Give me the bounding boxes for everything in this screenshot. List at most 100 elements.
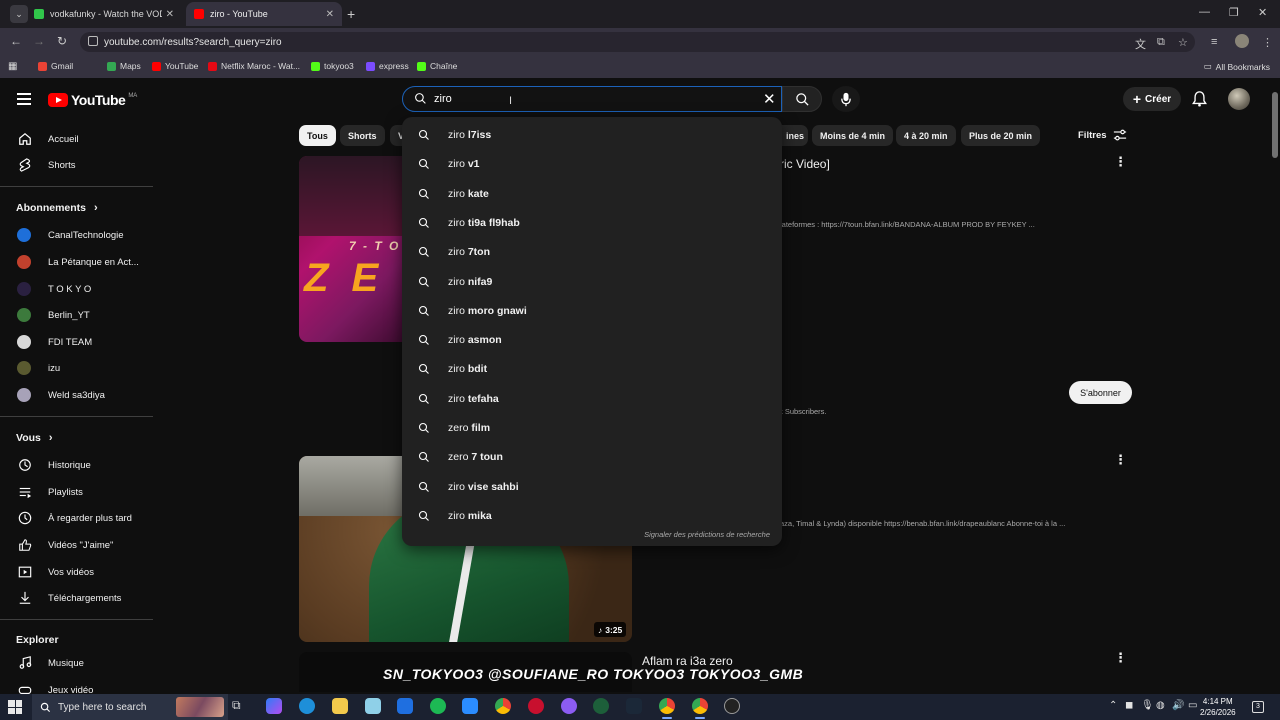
- bookmark-maps[interactable]: Maps: [107, 61, 141, 71]
- profile-avatar[interactable]: [1235, 34, 1249, 48]
- suggestion-item[interactable]: ziro vise sahbi: [402, 473, 782, 501]
- more-actions-icon[interactable]: ⋮: [1114, 650, 1127, 666]
- task-view-icon[interactable]: ⧉: [232, 698, 248, 714]
- chip-shorts[interactable]: Shorts: [340, 125, 385, 146]
- create-button[interactable]: + Créer: [1123, 87, 1181, 111]
- scrollbar-thumb[interactable]: [1272, 92, 1278, 158]
- sidebar-item-la-petanque[interactable]: La Pétanque en Act...: [0, 251, 155, 273]
- edge-icon[interactable]: [299, 698, 315, 714]
- steam-icon[interactable]: [626, 698, 642, 714]
- url-field[interactable]: youtube.com/results?search_query=ziro: [80, 32, 1195, 52]
- account-avatar[interactable]: [1228, 88, 1250, 110]
- sidebar-item-downloads[interactable]: Téléchargements: [0, 587, 155, 609]
- sidebar-item-your-videos[interactable]: Vos vidéos: [0, 561, 155, 583]
- page-scrollbar[interactable]: [1270, 80, 1280, 698]
- install-app-icon[interactable]: ⧉: [1157, 36, 1165, 49]
- sidebar-item-liked-videos[interactable]: Vidéos "J'aime": [0, 534, 155, 556]
- file-explorer-icon[interactable]: [332, 698, 348, 714]
- bookmark-express[interactable]: express: [366, 61, 409, 71]
- suggestion-item[interactable]: zero 7 toun: [402, 443, 782, 471]
- suggestion-item[interactable]: ziro v1: [402, 150, 782, 178]
- restore-icon[interactable]: ❐: [1229, 6, 1239, 19]
- close-tab-icon[interactable]: ✕: [326, 9, 334, 20]
- guide-menu-icon[interactable]: [17, 93, 31, 105]
- more-actions-icon[interactable]: ⋮: [1114, 452, 1127, 468]
- tab-search-icon[interactable]: ≡: [1211, 36, 1217, 48]
- network-icon[interactable]: ◍: [1156, 700, 1165, 711]
- app-icon[interactable]: [462, 698, 478, 714]
- bookmark-star-icon[interactable]: ☆: [1178, 36, 1188, 49]
- suggestion-item[interactable]: ziro nifa9: [402, 268, 782, 296]
- sidebar-item-music[interactable]: Musique: [0, 652, 155, 674]
- more-actions-icon[interactable]: ⋮: [1114, 154, 1127, 170]
- spotify-icon[interactable]: [430, 698, 446, 714]
- notifications-bell-icon[interactable]: [1192, 91, 1207, 112]
- apps-grid-icon[interactable]: ▦: [8, 61, 17, 72]
- voice-search-button[interactable]: [832, 86, 860, 112]
- subscriptions-heading[interactable]: Abonnements ›: [16, 202, 98, 214]
- close-tab-icon[interactable]: ✕: [166, 9, 174, 20]
- search-query-text[interactable]: ziro: [434, 93, 452, 105]
- browser-tab-youtube[interactable]: ziro - YouTube ✕: [186, 2, 342, 26]
- sidebar-item-canaltechnologie[interactable]: CanalTechnologie: [0, 224, 155, 246]
- video-thumbnail[interactable]: 7 - T O Z E: [299, 156, 409, 342]
- browser-menu-icon[interactable]: ⋮: [1262, 36, 1273, 49]
- site-info-icon[interactable]: [88, 36, 98, 46]
- reload-icon[interactable]: ↻: [57, 34, 67, 48]
- chrome-icon[interactable]: [692, 698, 708, 719]
- sidebar-item-izu[interactable]: izu: [0, 357, 155, 379]
- video-title[interactable]: ric Video]: [780, 157, 830, 171]
- taskbar-clock[interactable]: 4:14 PM 2/26/2026: [1200, 696, 1236, 718]
- sidebar-item-home[interactable]: Accueil: [0, 128, 155, 150]
- microphone-icon[interactable]: 🎙: [1141, 700, 1154, 711]
- sidebar-item-history[interactable]: Historique: [0, 454, 155, 476]
- sidebar-item-watch-later[interactable]: À regarder plus tard: [0, 507, 155, 529]
- sidebar-item-weld-sa3diya[interactable]: Weld sa3diya: [0, 384, 155, 406]
- suggestion-item[interactable]: ziro l7iss: [402, 121, 782, 149]
- copilot-icon[interactable]: [266, 698, 282, 714]
- tray-overflow-icon[interactable]: ⌃: [1109, 700, 1117, 711]
- search-input[interactable]: [402, 86, 782, 112]
- bookmark-gmail[interactable]: Gmail: [38, 61, 73, 71]
- suggestion-item[interactable]: ziro ti9a fl9hab: [402, 209, 782, 237]
- chrome-icon[interactable]: [495, 698, 511, 714]
- bookmark-netflix[interactable]: Netflix Maroc - Wat...: [208, 61, 300, 71]
- chip-under-4-min[interactable]: Moins de 4 min: [812, 125, 894, 146]
- app-icon[interactable]: [528, 698, 544, 714]
- video-title[interactable]: Aflam ra i3a zero: [642, 654, 733, 668]
- bookmark-youtube[interactable]: YouTube: [152, 61, 198, 71]
- chip-all[interactable]: Tous: [299, 125, 336, 146]
- chip-partial[interactable]: ines: [778, 125, 808, 146]
- new-tab-icon[interactable]: +: [347, 6, 355, 22]
- suggestion-item[interactable]: ziro tefaha: [402, 385, 782, 413]
- filters-button[interactable]: Filtres: [1078, 129, 1127, 142]
- forward-icon[interactable]: →: [33, 34, 45, 48]
- suggestion-item[interactable]: ziro kate: [402, 180, 782, 208]
- translate-icon[interactable]: 文: [1135, 36, 1146, 52]
- chip-over-20-min[interactable]: Plus de 20 min: [961, 125, 1041, 146]
- app-icon[interactable]: [593, 698, 609, 714]
- suggestion-item[interactable]: ziro bdit: [402, 355, 782, 383]
- sidebar-item-shorts[interactable]: Shorts: [0, 154, 155, 176]
- search-button[interactable]: [782, 86, 822, 112]
- clear-search-icon[interactable]: ✕: [763, 90, 776, 108]
- windows-start-icon[interactable]: [8, 700, 22, 714]
- all-bookmarks-button[interactable]: ▭ All Bookmarks: [1204, 61, 1270, 72]
- tray-app-icon[interactable]: ◼: [1125, 700, 1133, 711]
- bookmark-chaine[interactable]: Chaîne: [417, 61, 457, 71]
- sidebar-item-fdi-team[interactable]: FDI TEAM: [0, 331, 155, 353]
- suggestion-item[interactable]: ziro mika: [402, 502, 782, 530]
- volume-icon[interactable]: 🔊: [1172, 700, 1184, 711]
- app-icon[interactable]: [561, 698, 577, 714]
- battery-icon[interactable]: ▭: [1188, 700, 1197, 711]
- youtube-logo[interactable]: YouTube MA: [48, 92, 137, 108]
- sidebar-item-tokyo[interactable]: T O K Y O: [0, 278, 155, 300]
- sidebar-item-playlists[interactable]: Playlists: [0, 481, 155, 503]
- bookmark-tokyoo3[interactable]: tokyoo3: [311, 61, 354, 71]
- notifications-icon[interactable]: 3: [1252, 701, 1264, 713]
- browser-tab-vodkafunky[interactable]: vodkafunky - Watch the VOD o ✕: [26, 2, 182, 26]
- chrome-icon[interactable]: [659, 698, 675, 719]
- suggestion-item[interactable]: zero film: [402, 414, 782, 442]
- suggestion-item[interactable]: ziro 7ton: [402, 238, 782, 266]
- app-icon[interactable]: [724, 698, 740, 714]
